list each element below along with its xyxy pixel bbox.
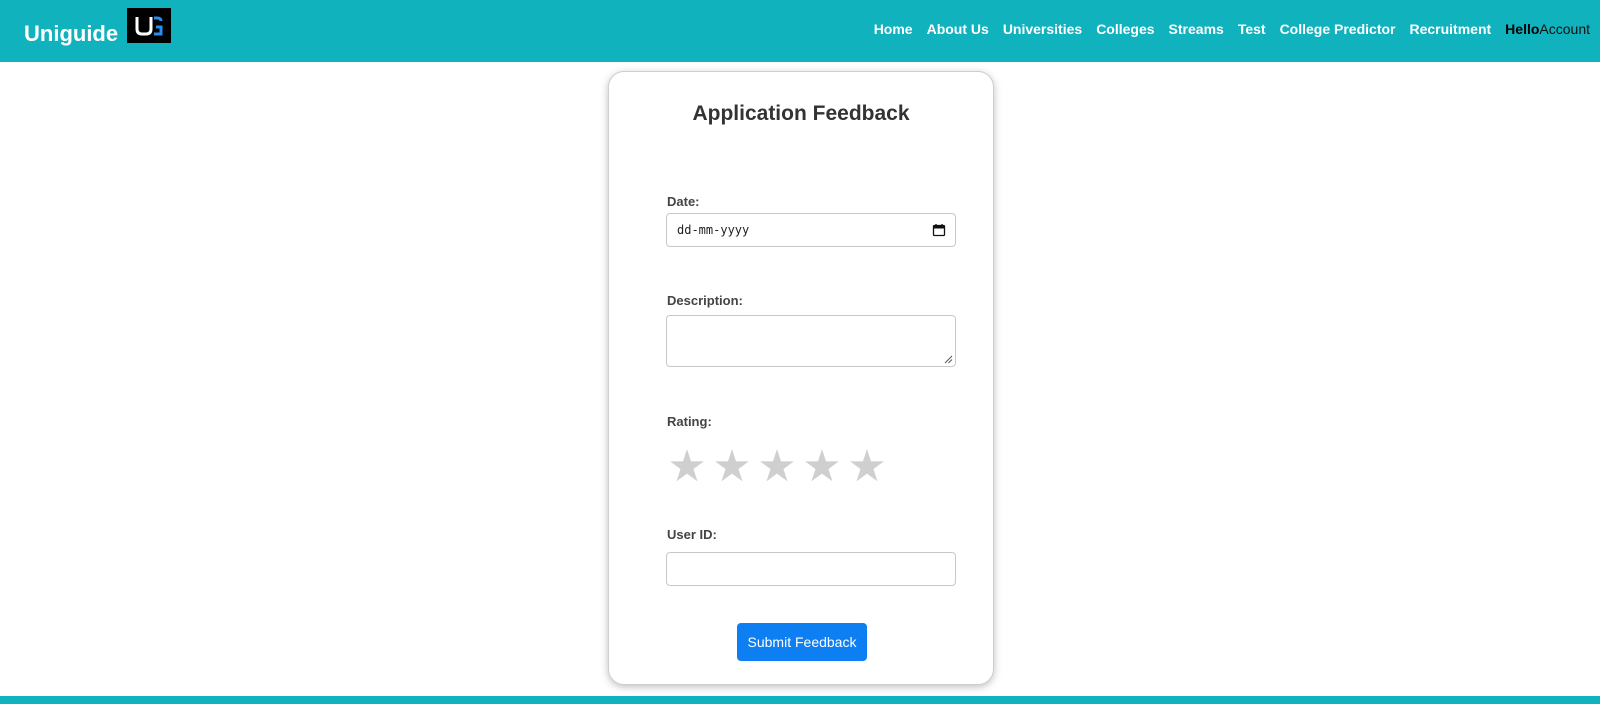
logo-icon[interactable]: [127, 8, 171, 43]
page-title: Application Feedback: [692, 102, 910, 125]
nav-link-about-us[interactable]: About Us: [927, 21, 989, 37]
account-label: Account: [1539, 21, 1590, 37]
account-menu[interactable]: HelloAccount: [1505, 21, 1590, 37]
nav-link-streams[interactable]: Streams: [1169, 21, 1224, 37]
brand-name[interactable]: Uniguide: [24, 18, 118, 50]
date-label: Date:: [667, 194, 700, 209]
nav-link-home[interactable]: Home: [874, 21, 913, 37]
star-1-icon[interactable]: ★: [666, 445, 708, 489]
nav-link-recruitment[interactable]: Recruitment: [1409, 21, 1491, 37]
logo-mark: [135, 16, 163, 35]
user-id-label: User ID:: [667, 527, 717, 542]
nav-link-test[interactable]: Test: [1238, 21, 1266, 37]
star-rating: ★ ★ ★ ★ ★: [666, 445, 891, 489]
date-field[interactable]: dd-mm-yyyy: [666, 213, 956, 247]
description-textarea[interactable]: [666, 315, 956, 367]
star-2-icon[interactable]: ★: [711, 445, 753, 489]
nav-links: Home About Us Universities Colleges Stre…: [860, 19, 1590, 39]
nav-link-universities[interactable]: Universities: [1003, 21, 1082, 37]
user-id-field[interactable]: [666, 552, 956, 586]
date-placeholder: dd-mm-yyyy: [677, 223, 750, 237]
star-3-icon[interactable]: ★: [756, 445, 798, 489]
star-5-icon[interactable]: ★: [846, 445, 888, 489]
footer-bar: [0, 696, 1600, 704]
feedback-card: Application Feedback Date: dd-mm-yyyy De…: [608, 71, 994, 685]
submit-feedback-button[interactable]: Submit Feedback: [737, 623, 867, 661]
rating-label: Rating:: [667, 414, 712, 429]
description-label: Description:: [667, 293, 743, 308]
navbar: Uniguide Home About Us Universities Coll…: [0, 0, 1600, 62]
account-hello: Hello: [1505, 21, 1540, 37]
resize-handle-icon[interactable]: [944, 355, 953, 364]
nav-link-colleges[interactable]: Colleges: [1096, 21, 1154, 37]
calendar-icon[interactable]: [932, 223, 946, 237]
star-4-icon[interactable]: ★: [801, 445, 843, 489]
nav-link-college-predictor[interactable]: College Predictor: [1280, 21, 1396, 37]
